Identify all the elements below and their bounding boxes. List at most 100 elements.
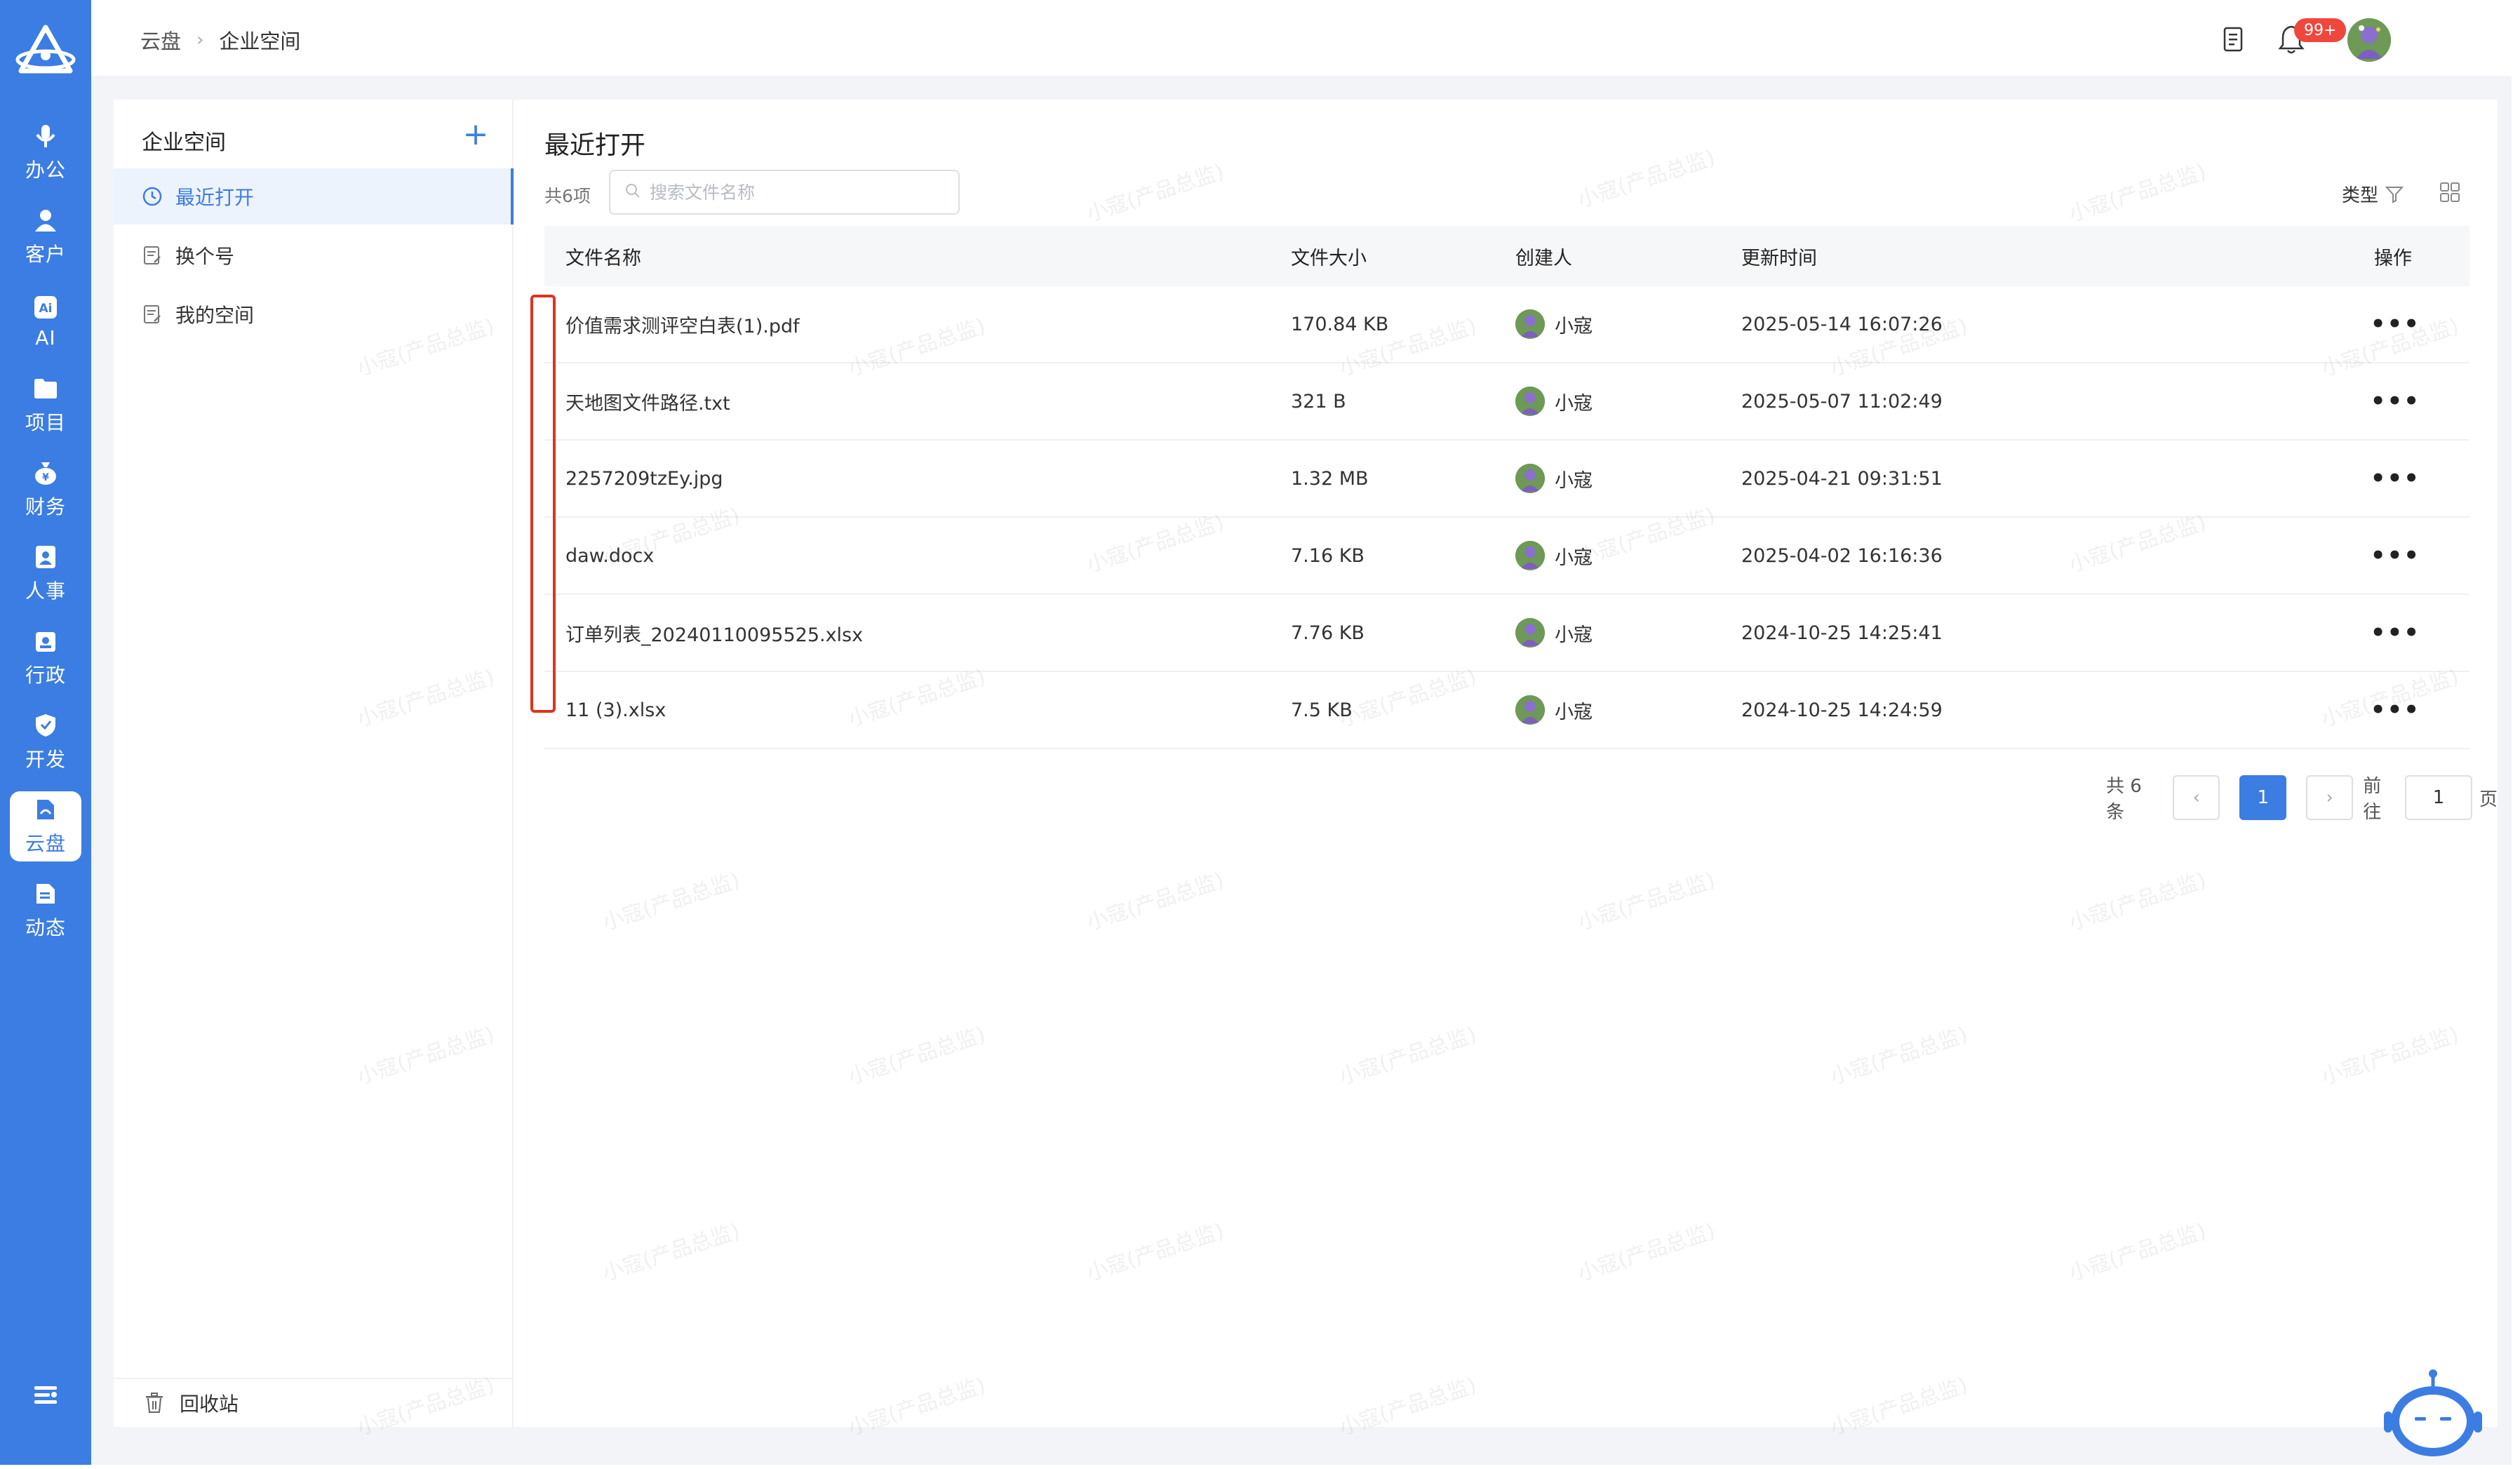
column-header-actions: 操作 (2374, 247, 2412, 269)
rail-item-hr[interactable]: 人事 (10, 539, 81, 609)
file-name[interactable]: daw.docx (544, 545, 1291, 567)
creator-name: 小寇 (1555, 392, 1593, 415)
notification-badge: 99+ (2294, 18, 2347, 42)
app-logo[interactable] (0, 0, 91, 105)
table-row[interactable]: daw.docx 7.16 KB 小寇 2025-04-02 16:16:36 … (544, 518, 2469, 595)
rail-item-label: 动态 (25, 916, 66, 939)
avatar (1515, 309, 1545, 339)
creator-name: 小寇 (1555, 546, 1593, 569)
menu-collapse-icon[interactable] (32, 1381, 60, 1409)
rail-item-admin[interactable]: 行政 (10, 623, 81, 693)
pagination-total: 共 6 条 (2106, 776, 2142, 823)
highlight-annotation (530, 295, 556, 713)
file-creator: 小寇 (1515, 309, 1741, 339)
page-title: 最近打开 (544, 131, 646, 160)
file-creator: 小寇 (1515, 387, 1741, 416)
svg-text:Ai: Ai (39, 302, 53, 316)
creator-name: 小寇 (1555, 701, 1593, 723)
file-updated: 2025-04-02 16:16:36 (1741, 544, 1943, 567)
ai-assistant-robot-icon[interactable] (2384, 1368, 2482, 1459)
rail-item-project[interactable]: 项目 (10, 370, 81, 441)
prev-page-button[interactable]: ‹ (2173, 775, 2220, 820)
file-creator: 小寇 (1515, 541, 1741, 570)
sidebar-item-recent[interactable]: 最近打开 (114, 168, 514, 224)
goto-suffix: 页 (2479, 789, 2498, 810)
more-icon[interactable]: ••• (2371, 542, 2420, 570)
search-input[interactable] (650, 182, 930, 203)
column-header-creator: 创建人 (1515, 247, 1572, 269)
table-row[interactable]: 价值需求测评空白表(1).pdf 170.84 KB 小寇 2025-05-14… (544, 286, 2469, 363)
more-icon[interactable]: ••• (2371, 619, 2420, 647)
document-icon[interactable] (2223, 27, 2244, 52)
rail-item-cloud-drive[interactable]: 云盘 (10, 791, 81, 861)
id-badge-icon (32, 544, 59, 570)
breadcrumb: 云盘 › 企业空间 (140, 25, 300, 55)
file-name[interactable]: 订单列表_20240110095525.xlsx (544, 619, 1291, 647)
breadcrumb-item-cloud[interactable]: 云盘 (140, 25, 181, 55)
search-box[interactable] (609, 170, 960, 215)
space-sidebar: 企业空间 + 最近打开 换个号 我的空间 回收站 (114, 100, 514, 1427)
sidebar-item-label: 换个号 (175, 245, 235, 268)
more-icon[interactable]: ••• (2371, 696, 2420, 724)
filter-icon (2385, 185, 2404, 203)
table-row[interactable]: 11 (3).xlsx 7.5 KB 小寇 2024-10-25 14:24:5… (544, 672, 2469, 749)
money-bag-icon: ¥ (32, 460, 59, 486)
recycle-bin-button[interactable]: 回收站 (114, 1378, 514, 1427)
doc-edit-icon (142, 245, 163, 266)
file-size: 321 B (1291, 390, 1346, 412)
file-updated: 2024-10-25 14:24:59 (1741, 699, 1943, 721)
rail-item-label: 人事 (25, 579, 66, 603)
table-row[interactable]: 2257209tzEy.jpg 1.32 MB 小寇 2025-04-21 09… (544, 441, 2469, 518)
rail-item-customer[interactable]: 客户 (10, 202, 81, 272)
sidebar-item-my-space[interactable]: 我的空间 (114, 286, 514, 342)
file-name[interactable]: 天地图文件路径.txt (544, 388, 1291, 415)
feed-icon (32, 880, 59, 907)
table-row[interactable]: 天地图文件路径.txt 321 B 小寇 2025-05-07 11:02:49… (544, 363, 2469, 441)
rail-item-feed[interactable]: 动态 (10, 876, 81, 946)
pagination: 共 6 条 ‹ 1 › 前往 页 (2106, 772, 2498, 824)
breadcrumb-item-current: 企业空间 (219, 29, 301, 53)
file-updated: 2025-05-14 16:07:26 (1741, 313, 1943, 335)
rail-item-label: 云盘 (25, 832, 66, 855)
next-page-button[interactable]: › (2306, 775, 2354, 820)
rail-item-finance[interactable]: ¥ 财务 (10, 455, 81, 525)
file-creator: 小寇 (1515, 695, 1741, 725)
rail-item-office[interactable]: 办公 (10, 118, 81, 188)
rail-item-ai[interactable]: Ai AI (10, 286, 81, 356)
add-icon[interactable]: + (462, 119, 490, 150)
more-icon[interactable]: ••• (2371, 310, 2420, 338)
type-filter-button[interactable]: 类型 (2342, 181, 2404, 207)
table-row[interactable]: 订单列表_20240110095525.xlsx 7.76 KB 小寇 2024… (544, 595, 2469, 672)
file-updated: 2025-04-21 09:31:51 (1741, 467, 1943, 490)
creator-name: 小寇 (1555, 315, 1593, 337)
file-name[interactable]: 11 (3).xlsx (544, 699, 1291, 721)
page-number-button[interactable]: 1 (2239, 775, 2287, 820)
user-avatar[interactable] (2347, 18, 2391, 62)
rail-item-dev[interactable]: 开发 (10, 707, 81, 777)
column-header-updated: 更新时间 (1741, 247, 1817, 269)
file-name[interactable]: 2257209tzEy.jpg (544, 468, 1291, 490)
more-icon[interactable]: ••• (2371, 387, 2420, 415)
column-header-name: 文件名称 (565, 247, 641, 269)
rail-item-label: 办公 (25, 159, 66, 182)
avatar (1515, 464, 1545, 493)
file-name[interactable]: 价值需求测评空白表(1).pdf (544, 311, 1291, 338)
file-creator: 小寇 (1515, 618, 1741, 648)
more-icon[interactable]: ••• (2371, 464, 2420, 492)
admin-icon (32, 628, 59, 655)
left-rail: 办公 客户 Ai AI 项目 ¥ 财务 人事 行政 开发 云盘 动态 (0, 0, 91, 1465)
file-table: 文件名称 文件大小 创建人 更新时间 操作 价值需求测评空白表(1).pdf 1… (544, 226, 2469, 749)
sidebar-item-switch-account[interactable]: 换个号 (114, 227, 514, 283)
avatar (1515, 618, 1545, 648)
goto-page-input[interactable] (2404, 775, 2472, 820)
avatar (1515, 695, 1545, 725)
file-size: 7.16 KB (1291, 544, 1365, 567)
rail-item-label: AI (35, 326, 56, 349)
file-updated: 2024-10-25 14:25:41 (1741, 622, 1943, 644)
top-header: 云盘 › 企业空间 (91, 0, 2512, 76)
type-filter-label: 类型 (2342, 185, 2379, 206)
file-size: 170.84 KB (1291, 313, 1389, 335)
cloud-drive-icon (32, 796, 59, 823)
grid-view-icon[interactable] (2439, 181, 2461, 203)
rail-item-label: 客户 (25, 243, 66, 266)
